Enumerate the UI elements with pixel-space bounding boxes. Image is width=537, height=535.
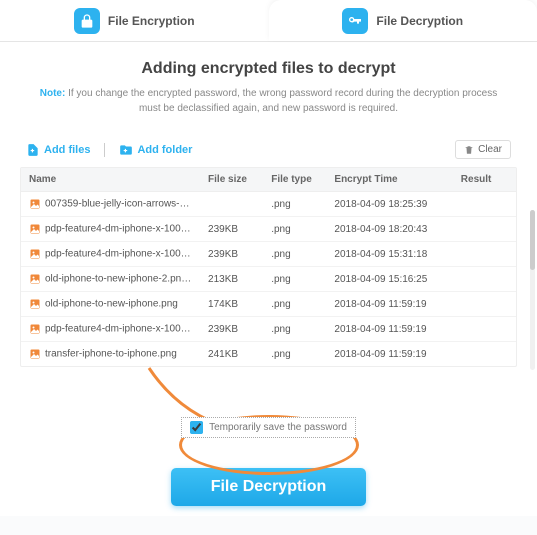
col-time[interactable]: Encrypt Time [326, 168, 452, 192]
file-size: 239KB [200, 317, 263, 342]
file-name: pdp-feature4-dm-iphone-x-100917.png (2) [45, 224, 200, 235]
table-row[interactable]: old-iphone-to-new-iphone-2.png (1)213KB.… [21, 267, 516, 292]
file-size: 213KB [200, 267, 263, 292]
table-row[interactable]: old-iphone-to-new-iphone.png 174KB.png201… [21, 292, 516, 317]
table-row[interactable]: pdp-feature4-dm-iphone-x-100917.png (2)2… [21, 217, 516, 242]
image-file-icon [29, 223, 41, 235]
image-file-icon [29, 323, 41, 335]
bottom-area: Temporarily save the password File Decry… [20, 367, 517, 506]
image-file-icon [29, 298, 41, 310]
table-header-row: Name File size File type Encrypt Time Re… [21, 168, 516, 192]
file-result [453, 317, 516, 342]
table-row[interactable]: transfer-iphone-to-iphone.png 241KB.png20… [21, 342, 516, 367]
file-result [453, 342, 516, 367]
file-size: 239KB [200, 217, 263, 242]
tab-decryption[interactable]: File Decryption [269, 0, 537, 41]
add-files-button[interactable]: Add files [26, 143, 90, 157]
file-result [453, 192, 516, 217]
file-name: old-iphone-to-new-iphone.png [45, 299, 178, 310]
save-password-input[interactable] [190, 421, 203, 434]
key-icon [342, 8, 368, 34]
file-result [453, 267, 516, 292]
file-size: 239KB [200, 242, 263, 267]
trash-icon [464, 145, 474, 155]
file-time: 2018-04-09 11:59:19 [326, 317, 452, 342]
scrollbar[interactable] [530, 210, 535, 370]
file-size [200, 192, 263, 217]
image-file-icon [29, 248, 41, 260]
image-file-icon [29, 273, 41, 285]
file-name: old-iphone-to-new-iphone-2.png (1) [45, 274, 200, 285]
main-panel: Adding encrypted files to decrypt Note: … [0, 42, 537, 516]
col-result[interactable]: Result [453, 168, 516, 192]
toolbar-left: Add files Add folder [26, 143, 192, 157]
file-type: .png [263, 342, 326, 367]
file-size: 174KB [200, 292, 263, 317]
add-folder-label: Add folder [137, 144, 192, 156]
toolbar: Add files Add folder Clear [20, 140, 517, 167]
file-type: .png [263, 317, 326, 342]
folder-plus-icon [119, 143, 133, 157]
file-time: 2018-04-09 11:59:19 [326, 292, 452, 317]
col-type[interactable]: File type [263, 168, 326, 192]
file-time: 2018-04-09 18:20:43 [326, 217, 452, 242]
table-row[interactable]: pdp-feature4-dm-iphone-x-100917.png239KB… [21, 317, 516, 342]
col-name[interactable]: Name [21, 168, 200, 192]
file-time: 2018-04-09 15:16:25 [326, 267, 452, 292]
file-name: transfer-iphone-to-iphone.png [45, 349, 177, 360]
file-time: 2018-04-09 11:59:19 [326, 342, 452, 367]
file-plus-icon [26, 143, 40, 157]
table-row[interactable]: 007359-blue-jelly-icon-arrows-arrow-thic… [21, 192, 516, 217]
file-time: 2018-04-09 15:31:18 [326, 242, 452, 267]
table-row[interactable]: pdp-feature4-dm-iphone-x-100917.png (1)2… [21, 242, 516, 267]
file-type: .png [263, 217, 326, 242]
tab-encryption-label: File Encryption [108, 14, 195, 28]
save-password-label: Temporarily save the password [209, 422, 347, 433]
decrypt-button[interactable]: File Decryption [171, 468, 367, 506]
clear-button[interactable]: Clear [455, 140, 511, 159]
file-size: 241KB [200, 342, 263, 367]
col-size[interactable]: File size [200, 168, 263, 192]
scrollbar-thumb[interactable] [530, 210, 535, 270]
tab-bar: File Encryption File Decryption [0, 0, 537, 42]
lock-icon [74, 8, 100, 34]
file-type: .png [263, 242, 326, 267]
note-text: Note: If you change the encrypted passwo… [20, 86, 517, 116]
file-name: pdp-feature4-dm-iphone-x-100917.png [45, 324, 200, 335]
add-folder-button[interactable]: Add folder [119, 143, 192, 157]
file-result [453, 242, 516, 267]
add-files-label: Add files [44, 144, 90, 156]
file-time: 2018-04-09 18:25:39 [326, 192, 452, 217]
file-result [453, 292, 516, 317]
note-body: If you change the encrypted password, th… [65, 88, 497, 114]
save-password-checkbox[interactable]: Temporarily save the password [181, 417, 356, 438]
file-type: .png [263, 292, 326, 317]
file-name: pdp-feature4-dm-iphone-x-100917.png (1) [45, 249, 200, 260]
file-result [453, 217, 516, 242]
tab-decryption-label: File Decryption [376, 14, 463, 28]
note-prefix: Note: [40, 88, 66, 99]
image-file-icon [29, 348, 41, 360]
toolbar-divider [104, 143, 105, 157]
file-table: Name File size File type Encrypt Time Re… [20, 167, 517, 367]
page-heading: Adding encrypted files to decrypt [20, 60, 517, 78]
file-name: 007359-blue-jelly-icon-arrows-arrow-thic… [45, 199, 200, 210]
tab-encryption[interactable]: File Encryption [0, 0, 269, 41]
image-file-icon [29, 198, 41, 210]
clear-label: Clear [478, 144, 502, 155]
file-type: .png [263, 192, 326, 217]
file-type: .png [263, 267, 326, 292]
